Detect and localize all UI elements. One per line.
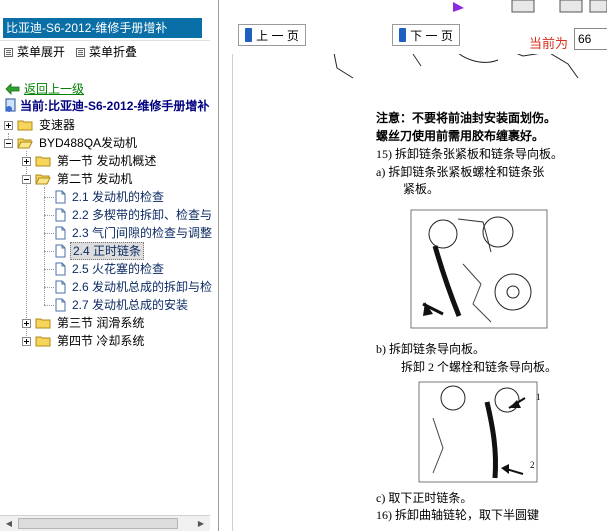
expand-plus-icon[interactable]	[22, 336, 31, 346]
scrollbar-thumb[interactable]	[18, 518, 178, 529]
horizontal-scrollbar[interactable]: ◀ ▶	[0, 515, 210, 531]
window-toolbar-icons	[453, 0, 607, 13]
chain-guide-figure	[413, 378, 543, 486]
tree-item-label: 2.7 发动机总成的安装	[72, 298, 189, 312]
page-icon	[55, 244, 66, 258]
collapse-minus-icon[interactable]	[4, 138, 13, 148]
tree-item-2-1[interactable]: 2.1 发动机的检查	[55, 188, 166, 206]
tree-item-2-2[interactable]: 2.2 多楔带的拆卸、检查与	[55, 206, 214, 224]
figure-callout-2: 2	[530, 460, 535, 470]
chapter-tree: 变速器 BYD488QA发动机 第一节 发动机概述 第二节 发动机 2.1 发动…	[0, 0, 212, 531]
tree-line	[44, 251, 54, 252]
step-15c: c) 取下正时链条。	[376, 491, 473, 505]
tree-line	[44, 269, 54, 270]
tree-item-label: 2.6 发动机总成的拆卸与检	[72, 280, 213, 294]
folder-icon	[35, 336, 51, 347]
tree-line	[44, 197, 54, 198]
blue-arrow-icon	[399, 28, 407, 42]
next-page-label: 下 一 页	[410, 28, 453, 43]
page-icon	[55, 208, 66, 222]
navigation-pane: 比亚迪-S6-2012-维修手册增补 菜单展开 菜单折叠 返回上一级 当前:比亚…	[0, 0, 219, 531]
manual-page: 注意：不要将前油封安装面划伤。 螺丝刀使用前需用胶布缠裹好。 15) 拆卸链条张…	[232, 54, 607, 531]
play-icon	[453, 2, 464, 12]
step-15b-line-2: 拆卸 2 个螺栓和链条导向板。	[401, 360, 558, 374]
tree-item-2-3[interactable]: 2.3 气门间隙的检查与调整	[55, 224, 214, 242]
tree-node-transmission[interactable]: 变速器	[4, 116, 77, 134]
page-icon	[55, 190, 66, 204]
page-navigation-toolbar: 上 一 页 下 一 页 当前为	[222, 14, 607, 54]
open-folder-icon	[17, 138, 33, 149]
previous-page-button[interactable]: 上 一 页	[238, 24, 306, 46]
step-15a-line-1: a) 拆卸链条张紧板螺栓和链条张	[376, 165, 545, 179]
expand-plus-icon[interactable]	[22, 156, 31, 166]
tree-line	[44, 215, 54, 216]
page-number-input[interactable]	[574, 28, 607, 50]
window-button-icon	[559, 0, 583, 13]
folder-icon	[35, 318, 51, 329]
previous-page-label: 上 一 页	[256, 28, 299, 43]
window-button-icon	[511, 0, 535, 13]
tree-item-2-5[interactable]: 2.5 火花塞的检查	[55, 260, 166, 278]
tree-node-section-4[interactable]: 第四节 冷却系统	[22, 332, 146, 350]
window-button-icon	[589, 0, 607, 13]
tree-label: 变速器	[39, 118, 76, 132]
note-line-2: 螺丝刀使用前需用胶布缠裹好。	[376, 129, 545, 143]
figure-callout-1: 1	[536, 392, 541, 402]
expand-plus-icon[interactable]	[22, 318, 31, 328]
engine-illustration-top	[293, 54, 593, 94]
note-line-1: 注意：不要将前油封安装面划伤。	[376, 111, 557, 125]
blue-arrow-icon	[245, 28, 253, 42]
tree-item-label: 2.5 火花塞的检查	[72, 262, 165, 276]
tree-line	[44, 287, 54, 288]
tree-label: 第三节 润滑系统	[57, 316, 145, 330]
tree-label: 第二节 发动机	[57, 172, 133, 186]
tree-node-section-1[interactable]: 第一节 发动机概述	[22, 152, 158, 170]
next-page-button[interactable]: 下 一 页	[392, 24, 460, 46]
tree-item-label: 2.3 气门间隙的检查与调整	[72, 226, 213, 240]
open-folder-icon	[35, 174, 51, 185]
page-icon	[55, 298, 66, 312]
tree-node-engine[interactable]: BYD488QA发动机	[4, 134, 139, 152]
scroll-right-icon[interactable]: ▶	[194, 518, 208, 529]
current-page-label: 当前为	[529, 36, 569, 51]
tree-item-label: 2.4 正时链条	[70, 242, 145, 260]
page-icon	[55, 226, 66, 240]
collapse-minus-icon[interactable]	[22, 174, 31, 184]
document-viewer: 上 一 页 下 一 页 当前为 注意：不要将前油封安装面划伤。 螺丝刀使用前需用…	[222, 14, 607, 531]
folder-icon	[35, 156, 51, 167]
tree-item-2-7[interactable]: 2.7 发动机总成的安装	[55, 296, 190, 314]
step-15: 15) 拆卸链条张紧板和链条导向板。	[376, 147, 563, 161]
tree-item-label: 2.1 发动机的检查	[72, 190, 165, 204]
tensioner-figure	[403, 204, 555, 334]
tree-item-label: 2.2 多楔带的拆卸、检查与	[72, 208, 213, 222]
page-icon	[55, 280, 66, 294]
tree-item-2-6[interactable]: 2.6 发动机总成的拆卸与检	[55, 278, 214, 296]
step-16: 16) 拆卸曲轴链轮，取下半圆键	[376, 508, 539, 522]
step-15a-line-2: 紧板。	[403, 182, 440, 196]
tree-item-2-4-selected[interactable]: 2.4 正时链条	[55, 242, 145, 260]
scroll-left-icon[interactable]: ◀	[2, 518, 16, 529]
tree-node-section-2[interactable]: 第二节 发动机	[22, 170, 134, 188]
tree-line	[44, 305, 54, 306]
tree-line	[44, 233, 54, 234]
folder-icon	[17, 120, 33, 131]
tree-label: BYD488QA发动机	[39, 136, 138, 150]
tree-label: 第一节 发动机概述	[57, 154, 157, 168]
page-icon	[55, 262, 66, 276]
tree-label: 第四节 冷却系统	[57, 334, 145, 348]
tree-node-section-3[interactable]: 第三节 润滑系统	[22, 314, 146, 332]
step-15b-line-1: b) 拆卸链条导向板。	[376, 342, 485, 356]
expand-plus-icon[interactable]	[4, 120, 13, 130]
